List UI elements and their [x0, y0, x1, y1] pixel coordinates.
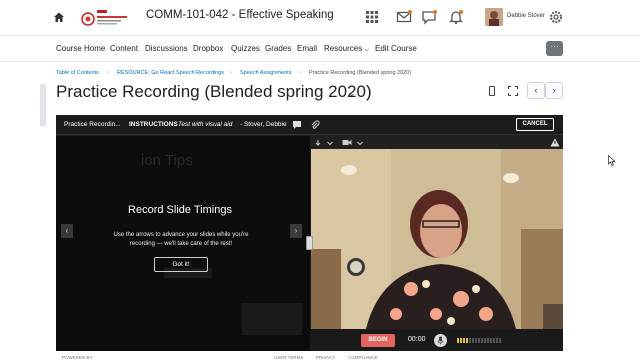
- presenter-name: - Stover, Debbie: [240, 121, 287, 128]
- nav-email[interactable]: Email: [297, 44, 317, 53]
- course-navbar: Course Home Content Discussions Dropbox …: [0, 37, 640, 62]
- instructions-text: Test with visual aid: [178, 121, 233, 128]
- begin-recording-button[interactable]: BEGIN: [361, 334, 395, 347]
- recording-timer: 00:00: [408, 336, 426, 343]
- breadcrumb-separator: ›: [107, 70, 109, 76]
- home-icon[interactable]: [53, 11, 65, 23]
- warning-icon[interactable]: [550, 138, 560, 147]
- cancel-button[interactable]: CANCEL: [516, 118, 554, 131]
- school-logo[interactable]: [80, 4, 130, 32]
- nav-discussions[interactable]: Discussions: [145, 44, 188, 53]
- dialog-body: Use the arrows to advance your slides wh…: [113, 232, 249, 247]
- chevron-down-icon[interactable]: [326, 139, 334, 147]
- user-name[interactable]: Debbie Stover: [507, 13, 545, 19]
- slide-ghost-image: [242, 303, 302, 335]
- nav-course-home[interactable]: Course Home: [56, 44, 105, 53]
- breadcrumb-link[interactable]: Speech Assignments: [240, 70, 291, 76]
- slide-next-button[interactable]: ›: [290, 224, 302, 238]
- nav-grades[interactable]: Grades: [265, 44, 291, 53]
- course-title[interactable]: COMM-101-042 - Effective Speaking: [146, 9, 334, 21]
- bell-icon[interactable]: [448, 9, 464, 25]
- paperclip-icon[interactable]: [310, 120, 320, 130]
- nav-content[interactable]: Content: [110, 44, 138, 53]
- activity-name: Practice Recordin...: [64, 121, 121, 128]
- nav-dropbox[interactable]: Dropbox: [193, 44, 223, 53]
- slide-prev-button[interactable]: ‹: [61, 224, 73, 238]
- mobile-view-icon[interactable]: [486, 85, 498, 97]
- audio-level-meter: [457, 338, 501, 343]
- nav-resources-label: Resources: [324, 44, 363, 53]
- more-options-button[interactable]: ···: [546, 41, 563, 56]
- previous-topic-button[interactable]: ‹: [527, 82, 545, 99]
- breadcrumb-1[interactable]: RESOURCE: Go React Speech Recordings: [117, 70, 224, 76]
- breadcrumb-link[interactable]: Table of Contents: [56, 70, 99, 76]
- powered-by: POWERED BY: [62, 355, 93, 360]
- top-bar: COMM-101-042 - Effective Speaking Debbie…: [0, 0, 640, 36]
- compliance-link[interactable]: COMPLIANCE: [348, 355, 378, 360]
- got-it-button[interactable]: Got it!: [154, 257, 208, 272]
- webcam-image: [311, 149, 563, 329]
- breadcrumb-separator: ›: [300, 70, 302, 76]
- fullscreen-icon[interactable]: [507, 85, 519, 97]
- panel-resize-handle[interactable]: [306, 236, 313, 250]
- camera-toolbar: [310, 136, 563, 149]
- nav-quizzes[interactable]: Quizzes: [231, 44, 260, 53]
- nav-edit-course[interactable]: Edit Course: [375, 44, 417, 53]
- dialog-title: Record Slide Timings: [128, 204, 232, 216]
- slide-panel: ion Tips Record Slide Timings Use the ar…: [56, 136, 310, 351]
- gear-icon[interactable]: [548, 9, 564, 25]
- grid-icon[interactable]: [364, 9, 380, 25]
- breadcrumb-link[interactable]: RESOURCE: Go React Speech Recordings: [117, 70, 224, 76]
- video-recorder: Practice Recordin... INSTRUCTIONS Test w…: [56, 115, 563, 351]
- chevron-down-icon: ⌵: [364, 47, 370, 53]
- camera-icon[interactable]: [342, 138, 352, 147]
- webcam-preview: [311, 149, 563, 329]
- download-icon[interactable]: [314, 139, 322, 147]
- microphone-icon[interactable]: [434, 334, 447, 347]
- title-chevron-down-icon[interactable]: ⌄: [348, 88, 356, 99]
- slide-ghost-title: ion Tips: [141, 152, 193, 169]
- instructions-label[interactable]: INSTRUCTIONS: [129, 121, 178, 128]
- comment-icon[interactable]: [292, 120, 302, 130]
- side-panel-toggle[interactable]: [40, 84, 46, 126]
- nav-resources[interactable]: Resources ⌵: [324, 44, 369, 54]
- avatar[interactable]: [485, 8, 503, 26]
- mouse-cursor-icon: [608, 155, 616, 166]
- privacy-link[interactable]: PRIVACY: [316, 355, 335, 360]
- recording-controls: BEGIN 00:00: [310, 329, 563, 351]
- chevron-down-icon[interactable]: [356, 139, 364, 147]
- breadcrumb-2[interactable]: Speech Assignments: [240, 70, 291, 76]
- next-topic-button[interactable]: ›: [545, 82, 563, 99]
- breadcrumb-current: Practice Recording (Blended spring 2020): [309, 70, 412, 76]
- chat-icon[interactable]: [421, 9, 437, 25]
- breadcrumb-separator: ›: [230, 70, 232, 76]
- breadcrumb-0[interactable]: Table of Contents: [56, 70, 99, 76]
- page-title: Practice Recording (Blended spring 2020): [56, 82, 372, 101]
- user-terms-link[interactable]: USER TERMS: [274, 355, 303, 360]
- recorder-toolbar: Practice Recordin... INSTRUCTIONS Test w…: [56, 115, 563, 135]
- mail-icon[interactable]: [396, 9, 412, 25]
